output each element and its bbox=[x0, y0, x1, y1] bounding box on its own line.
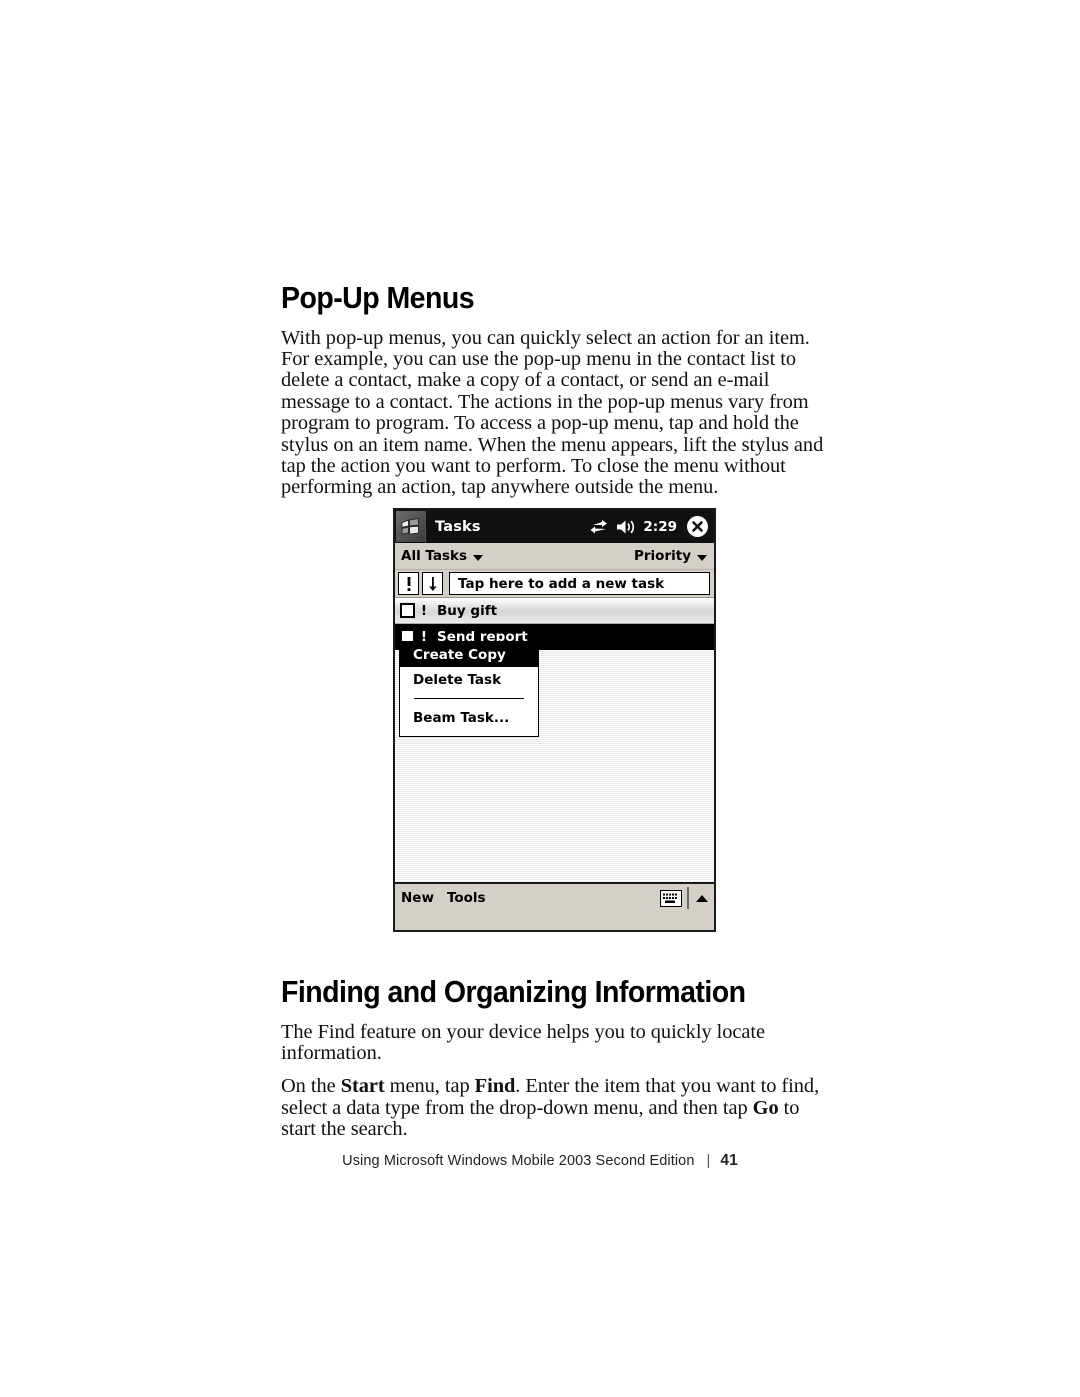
pda-filter-bar: All Tasks Priority bbox=[395, 543, 714, 570]
new-task-input[interactable]: Tap here to add a new task bbox=[449, 572, 710, 595]
chevron-down-icon bbox=[697, 554, 707, 561]
pda-clock[interactable]: 2:29 bbox=[643, 519, 677, 535]
context-popup-menu: Create Copy Delete Task Beam Task... bbox=[399, 641, 539, 737]
section-pop-up-menus: Pop-Up Menus With pop-up menus, you can … bbox=[281, 280, 833, 499]
new-task-placeholder-text: Tap here to add a new task bbox=[458, 575, 665, 592]
section2-paragraph-2: On the Start menu, tap Find. Enter the i… bbox=[281, 1076, 837, 1140]
pda-status-icons: 2:29 bbox=[590, 510, 710, 543]
menu-item-beam-task[interactable]: Beam Task... bbox=[400, 705, 538, 730]
sort-order-button[interactable] bbox=[422, 572, 443, 595]
section2-paragraph-1: The Find feature on your device helps yo… bbox=[281, 1020, 766, 1064]
chevron-up-icon[interactable] bbox=[694, 890, 710, 907]
para2-part-c: menu, tap bbox=[384, 1075, 475, 1098]
pda-command-bar: New Tools bbox=[395, 882, 714, 912]
toolbar-divider bbox=[687, 887, 689, 909]
windows-flag-icon[interactable] bbox=[396, 511, 426, 542]
section-finding-organizing: Finding and Organizing Information The F… bbox=[281, 974, 837, 1141]
tools-menu-button[interactable]: Tools bbox=[447, 890, 486, 906]
pda-title-bar: Tasks 2:29 bbox=[395, 510, 714, 543]
document-page: Pop-Up Menus With pop-up menus, you can … bbox=[0, 0, 1080, 1397]
footer-separator: | bbox=[706, 1153, 711, 1169]
pda-app-title: Tasks bbox=[435, 518, 481, 535]
pda-add-task-row: Tap here to add a new task bbox=[395, 570, 714, 597]
task-checkbox[interactable] bbox=[400, 603, 415, 618]
keyboard-icon[interactable] bbox=[660, 889, 682, 907]
para2-go-keyword: Go bbox=[752, 1096, 779, 1119]
para2-find-keyword: Find bbox=[474, 1075, 516, 1098]
para2-start-keyword: Start bbox=[340, 1075, 385, 1098]
close-circle-icon[interactable] bbox=[687, 516, 708, 537]
section1-paragraph: With pop-up menus, you can quickly selec… bbox=[281, 326, 824, 499]
menu-item-create-copy[interactable]: Create Copy bbox=[400, 642, 538, 667]
pda-task-list[interactable]: ! Buy gift ! Send report Create Copy Del… bbox=[395, 597, 714, 882]
menu-separator bbox=[414, 698, 524, 699]
priority-sort-dropdown[interactable]: Priority bbox=[634, 548, 707, 564]
all-tasks-dropdown[interactable]: All Tasks bbox=[401, 548, 484, 564]
menu-item-delete-task[interactable]: Delete Task bbox=[400, 667, 538, 692]
page-title: Pop-Up Menus bbox=[281, 280, 475, 315]
page-footer: Using Microsoft Windows Mobile 2003 Seco… bbox=[0, 1152, 1080, 1170]
section2-title: Finding and Organizing Information bbox=[281, 974, 746, 1009]
speaker-icon[interactable] bbox=[616, 519, 636, 535]
sync-arrows-icon[interactable] bbox=[590, 519, 609, 535]
table-row[interactable]: ! Buy gift bbox=[395, 598, 714, 624]
pda-screenshot-figure: Tasks 2:29 All Tasks Priority Tap here t… bbox=[393, 508, 716, 932]
arrow-down-icon bbox=[428, 576, 437, 591]
all-tasks-label: All Tasks bbox=[401, 548, 468, 564]
menu-bottom-padding bbox=[400, 730, 538, 736]
task-label: Buy gift bbox=[437, 602, 498, 619]
para2-part-a: On the bbox=[281, 1075, 341, 1098]
chevron-down-icon bbox=[473, 554, 484, 561]
page-number: 41 bbox=[720, 1152, 738, 1169]
task-priority-icon: ! bbox=[420, 602, 428, 619]
priority-label: Priority bbox=[634, 548, 691, 564]
footer-text: Using Microsoft Windows Mobile 2003 Seco… bbox=[342, 1153, 695, 1169]
pda-sip-controls bbox=[660, 884, 710, 912]
new-button[interactable]: New bbox=[401, 890, 434, 906]
priority-filter-button[interactable] bbox=[398, 572, 419, 595]
exclamation-icon bbox=[407, 576, 410, 591]
